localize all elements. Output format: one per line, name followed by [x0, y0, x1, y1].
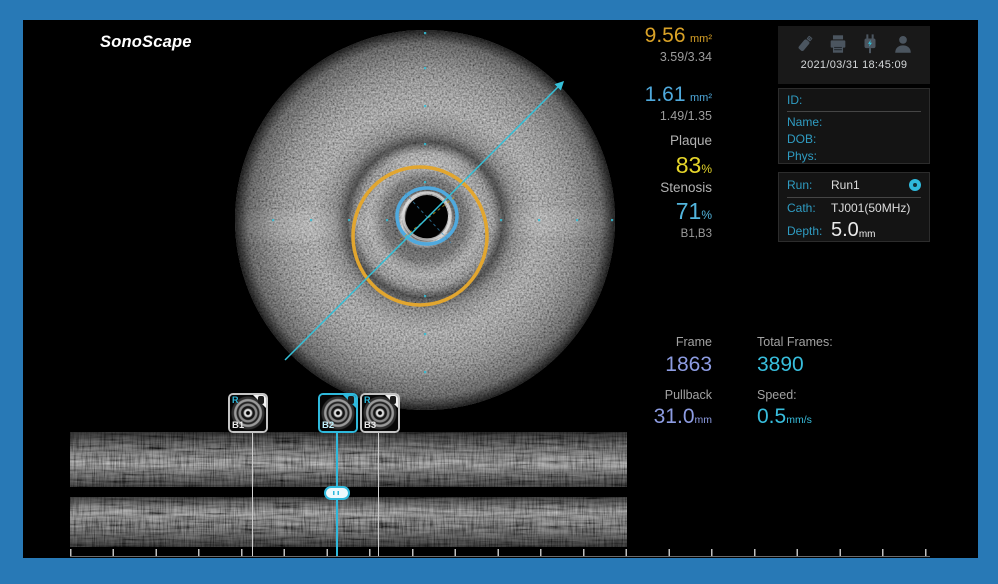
run-selector-row[interactable]: Run: Run1 [787, 173, 921, 198]
run-value: Run1 [831, 178, 860, 192]
app-screen: SonoScape [23, 20, 978, 558]
frame-label: Frame [522, 336, 712, 349]
slider-grip-bars [333, 491, 341, 495]
recorded-marker: R [232, 395, 239, 405]
plaque-label: Plaque [522, 134, 712, 148]
pullback-ruler [70, 549, 930, 557]
monitor-bezel: { "brand": { "logo": "SonoScape" }, "too… [0, 0, 998, 584]
depth-unit: mm [859, 229, 876, 243]
pullback-label: Pullback [522, 389, 712, 402]
plaque-value: 83% [522, 154, 712, 177]
total-frames-column: Total Frames: 3890 Speed: 0.5mm/s [757, 336, 947, 427]
bookmark-label: B1 [232, 420, 244, 431]
longitudinal-strip-lower[interactable] [70, 497, 627, 547]
run-info-icon[interactable] [909, 179, 921, 191]
speed-label: Speed: [757, 389, 947, 402]
snapshot-icon [258, 396, 264, 404]
user-icon[interactable] [892, 33, 914, 55]
lumen-area-value: 1.61 mm² [522, 84, 712, 105]
catheter-row: Cath: TJ001(50MHz) [787, 198, 921, 218]
bookmark-line-b1[interactable] [252, 433, 253, 556]
lumen-diameters: 1.49/1.35 [522, 110, 712, 123]
catheter-lumen [406, 195, 448, 237]
usb-icon[interactable] [794, 33, 816, 55]
system-toolbar: 2021/03/31 18:45:09 [778, 26, 930, 84]
power-plug-icon[interactable] [859, 33, 881, 55]
depth-row: Depth: 5.0 mm [787, 218, 921, 243]
bookmark-line-b3[interactable] [378, 433, 379, 556]
pullback-value: 31.0mm [522, 406, 712, 427]
frame-value: 1863 [522, 354, 712, 375]
stenosis-reference-bookmarks: B1,B3 [522, 229, 712, 241]
sonoscape-logo: SonoScape [100, 33, 192, 52]
snapshot-icon [390, 396, 396, 404]
longitudinal-strip-upper[interactable] [70, 432, 627, 487]
speed-value: 0.5mm/s [757, 406, 947, 427]
patient-id-field[interactable]: ID: [787, 89, 921, 112]
cath-value: TJ001(50MHz) [831, 201, 910, 215]
frame-slider-handle[interactable] [324, 486, 350, 500]
run-info-panel: Run: Run1 Cath: TJ001(50MHz) Depth: 5.0 … [778, 172, 930, 242]
datetime-display: 2021/03/31 18:45:09 [778, 59, 930, 71]
run-label: Run: [787, 178, 831, 192]
depth-value: 5.0 [831, 219, 859, 242]
eem-diameters: 3.59/3.34 [522, 51, 712, 64]
cath-label: Cath: [787, 201, 831, 215]
bookmark-thumbnail-b1[interactable]: R B1 [228, 393, 268, 433]
total-frames-value: 3890 [757, 354, 947, 375]
bookmark-thumbnail-b3[interactable]: R B3 [360, 393, 400, 433]
patient-name-field: Name: [787, 114, 921, 131]
bookmark-label: B2 [322, 420, 334, 431]
frame-info-column: Frame 1863 Pullback 31.0mm [522, 336, 712, 427]
patient-phys-field: Phys: [787, 148, 921, 165]
stenosis-label: Stenosis [522, 181, 712, 195]
measurement-panel: 9.56 mm² 3.59/3.34 1.61 mm² 1.49/1.35 Pl… [522, 25, 712, 241]
bookmark-thumbnail-b2[interactable]: B2 [318, 393, 358, 433]
bookmark-label: B3 [364, 420, 376, 431]
total-frames-label: Total Frames: [757, 336, 947, 349]
eem-area-value: 9.56 mm² [522, 25, 712, 46]
depth-label: Depth: [787, 224, 831, 238]
recorded-marker: R [364, 395, 371, 405]
stenosis-value: 71% [522, 200, 712, 223]
printer-icon[interactable] [827, 33, 849, 55]
patient-info-panel: ID: Name: DOB: Phys: [778, 88, 930, 164]
snapshot-icon [348, 396, 354, 404]
patient-dob-field: DOB: [787, 131, 921, 148]
